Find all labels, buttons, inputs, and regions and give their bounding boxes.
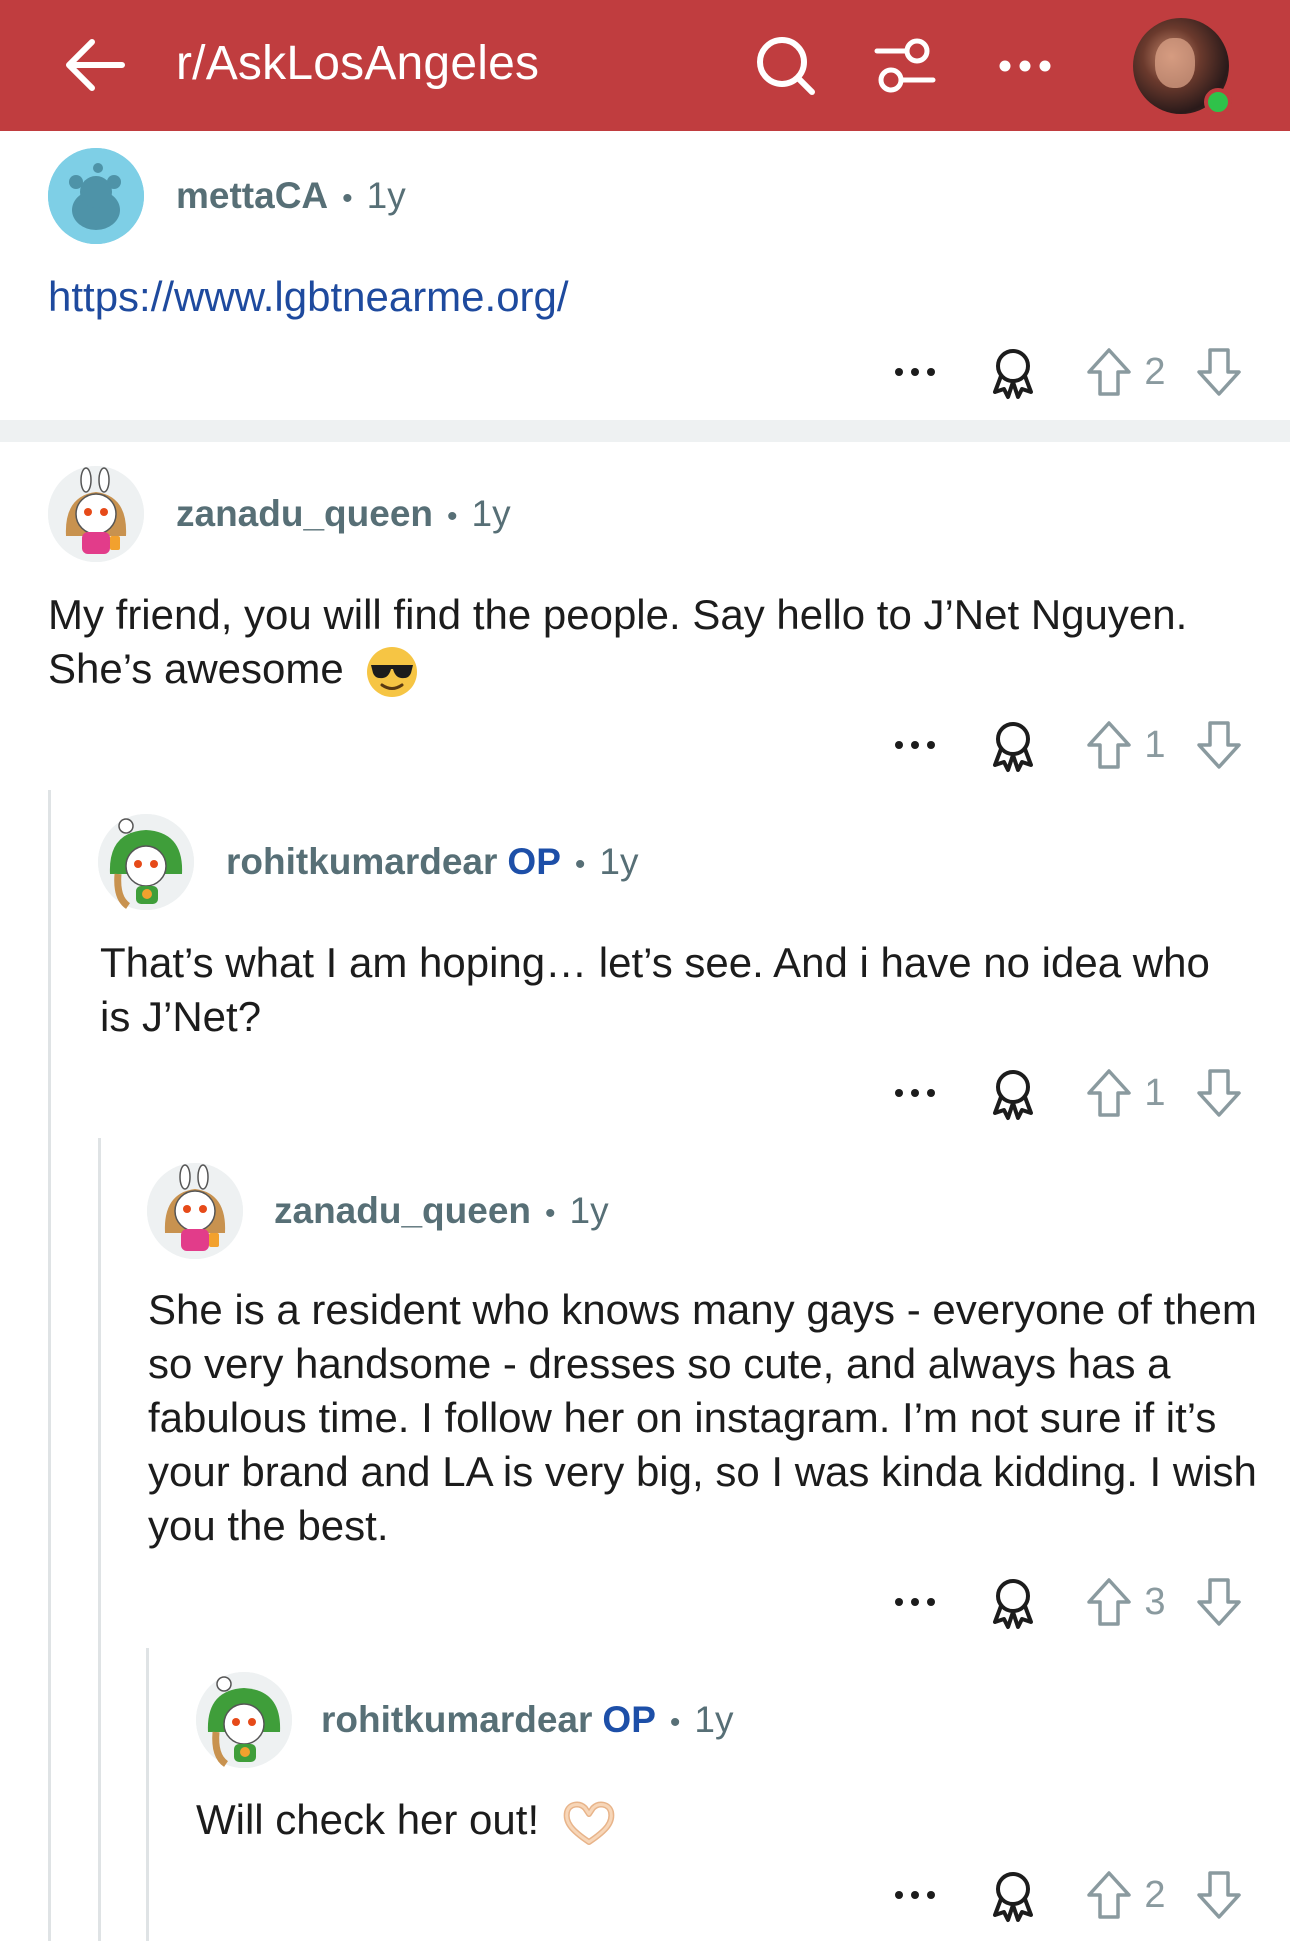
upvote-icon[interactable] — [1085, 344, 1133, 400]
comment-meta: rohitkumardear OP • 1y — [321, 1699, 733, 1741]
more-icon[interactable] — [893, 1867, 937, 1923]
comment-text: Will check her out! — [196, 1796, 540, 1843]
back-arrow-icon[interactable] — [62, 34, 128, 96]
award-icon[interactable] — [989, 1867, 1037, 1923]
comment-actions: 2 — [893, 344, 1253, 400]
avatar[interactable] — [196, 1672, 292, 1768]
award-icon[interactable] — [989, 344, 1037, 400]
meta-separator: • — [545, 1197, 556, 1230]
username[interactable]: rohitkumardear — [226, 841, 497, 882]
comment-body: Will check her out! — [196, 1793, 1256, 1848]
thread-line-level-2[interactable] — [98, 1138, 101, 1941]
award-icon[interactable] — [989, 1574, 1037, 1630]
meta-separator: • — [669, 1706, 681, 1739]
comment-link[interactable]: https://www.lgbtnearme.org/ — [48, 270, 1248, 324]
username[interactable]: zanadu_queen — [176, 493, 433, 534]
username[interactable]: zanadu_queen — [274, 1190, 531, 1231]
more-icon[interactable] — [893, 1065, 937, 1121]
avatar[interactable] — [98, 814, 194, 910]
comment-actions: 2 — [893, 1867, 1253, 1923]
more-icon[interactable] — [893, 717, 937, 773]
sunglasses-emoji — [367, 646, 418, 697]
username[interactable]: mettaCA — [176, 175, 328, 216]
vote-count: 3 — [1144, 1581, 1166, 1623]
username[interactable]: rohitkumardear — [321, 1699, 592, 1740]
avatar[interactable] — [48, 148, 144, 244]
downvote-icon[interactable] — [1195, 1574, 1243, 1630]
downvote-icon[interactable] — [1195, 1065, 1243, 1121]
heart-hands-emoji — [563, 1801, 615, 1845]
vote-count: 2 — [1144, 1874, 1166, 1916]
subreddit-title[interactable]: r/AskLosAngeles — [176, 36, 539, 91]
more-icon[interactable] — [893, 1574, 937, 1630]
op-badge: OP — [507, 841, 561, 882]
subreddit-header: r/AskLosAngeles — [0, 0, 1290, 131]
meta-separator: • — [447, 500, 458, 533]
comment-body: My friend, you will find the people. Say… — [48, 588, 1248, 699]
meta-separator: • — [342, 182, 353, 215]
comment-separator — [0, 420, 1290, 442]
thread-line-level-1[interactable] — [48, 790, 51, 1941]
more-horizontal-icon[interactable] — [993, 34, 1057, 98]
comment-meta: rohitkumardear OP • 1y — [226, 841, 638, 883]
comment-age: 1y — [599, 841, 639, 882]
comment-text: That’s what I am hoping… let’s see. And … — [100, 939, 1210, 1040]
comment-actions: 1 — [893, 1065, 1253, 1121]
comment-meta: zanadu_queen • 1y — [176, 493, 511, 535]
downvote-icon[interactable] — [1195, 717, 1243, 773]
comment-age: 1y — [694, 1699, 734, 1740]
award-icon[interactable] — [989, 717, 1037, 773]
comment-meta: mettaCA • 1y — [176, 175, 406, 217]
award-icon[interactable] — [989, 1065, 1037, 1121]
meta-separator: • — [574, 848, 586, 881]
filter-sliders-icon[interactable] — [873, 34, 937, 98]
search-icon[interactable] — [754, 34, 818, 98]
avatar[interactable] — [48, 466, 144, 562]
comment-age: 1y — [366, 175, 406, 216]
comment-actions: 3 — [893, 1574, 1253, 1630]
comment-text: My friend, you will find the people. Say… — [48, 591, 1188, 692]
vote-count: 2 — [1144, 351, 1166, 393]
comment-text: She is a resident who knows many gays - … — [148, 1286, 1257, 1549]
upvote-icon[interactable] — [1085, 1574, 1133, 1630]
more-icon[interactable] — [893, 344, 937, 400]
comment-meta: zanadu_queen • 1y — [274, 1190, 609, 1232]
downvote-icon[interactable] — [1195, 344, 1243, 400]
comment-age: 1y — [471, 493, 511, 534]
vote-count: 1 — [1144, 1072, 1166, 1114]
comment-age: 1y — [569, 1190, 609, 1231]
upvote-icon[interactable] — [1085, 1867, 1133, 1923]
online-status-dot — [1204, 88, 1232, 116]
upvote-icon[interactable] — [1085, 1065, 1133, 1121]
avatar[interactable] — [147, 1163, 243, 1259]
comment-actions: 1 — [893, 717, 1253, 773]
upvote-icon[interactable] — [1085, 717, 1133, 773]
downvote-icon[interactable] — [1195, 1867, 1243, 1923]
op-badge: OP — [602, 1699, 656, 1740]
vote-count: 1 — [1144, 724, 1166, 766]
thread-line-level-3[interactable] — [146, 1648, 149, 1941]
